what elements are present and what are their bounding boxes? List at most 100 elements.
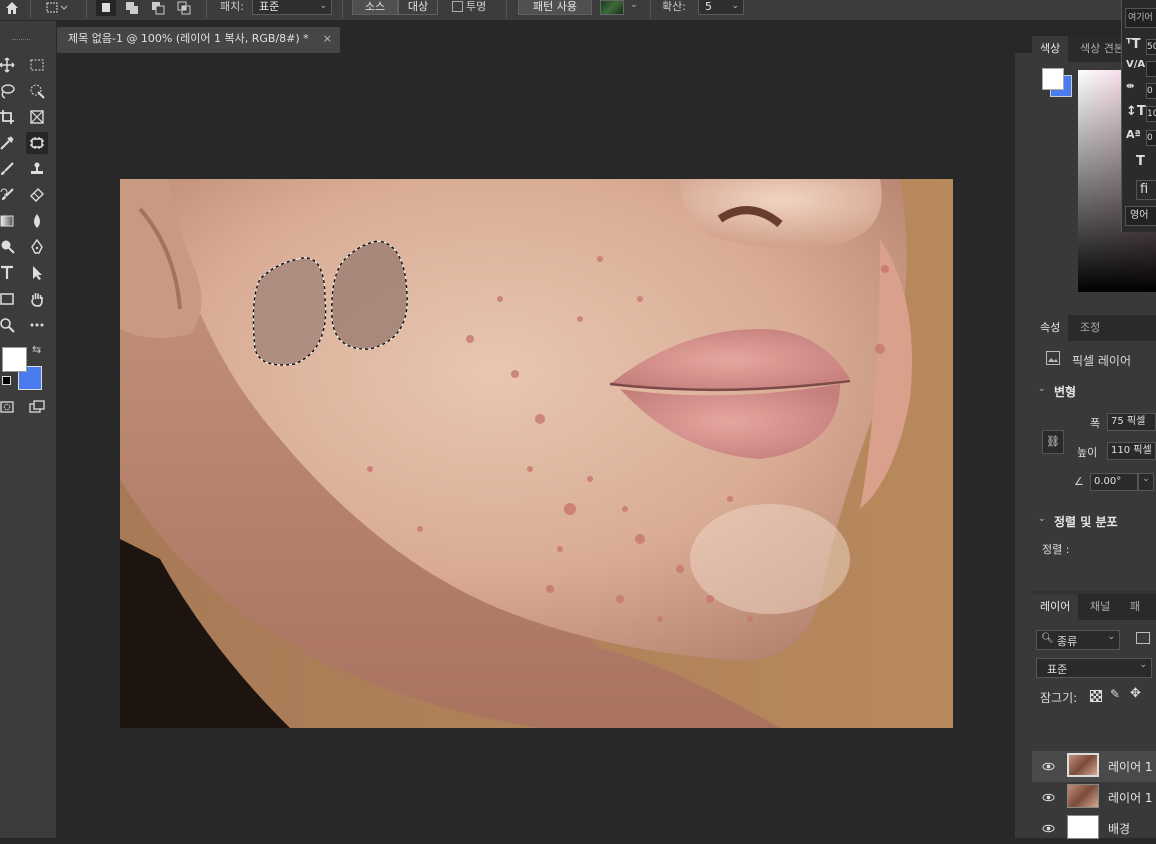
- height-label: 높이: [1077, 446, 1098, 459]
- tracking-icon: ⇹: [1126, 81, 1135, 92]
- lock-position-icon[interactable]: ✥: [1130, 686, 1141, 701]
- brush-tool-icon[interactable]: [0, 158, 18, 180]
- path-selection-tool-icon[interactable]: [26, 262, 48, 284]
- document-image[interactable]: [120, 179, 953, 728]
- zoom-tool-icon[interactable]: [0, 314, 18, 336]
- kerning-icon: V/A: [1126, 59, 1146, 70]
- type-tool-icon[interactable]: [0, 262, 18, 284]
- layer-thumbnail: [1067, 815, 1099, 839]
- patch-mode-select[interactable]: 표준 ⌄: [252, 0, 332, 15]
- marquee-tool-icon[interactable]: [26, 54, 48, 76]
- move-tool-icon[interactable]: [0, 54, 18, 76]
- history-brush-tool-icon[interactable]: [0, 184, 18, 206]
- chevron-down-icon[interactable]: ⌄: [626, 0, 642, 15]
- home-icon[interactable]: [2, 0, 22, 16]
- transparent-checkbox[interactable]: [452, 1, 463, 12]
- chevron-down-icon: ⌄: [1139, 660, 1147, 670]
- patch-tool-preset-icon[interactable]: [42, 0, 72, 16]
- document-tab-bar: 제목 없음-1 @ 100% (레이어 1 복사, RGB/8#) * ×: [57, 21, 1032, 53]
- link-icon[interactable]: ⛓: [1042, 430, 1064, 454]
- add-selection-icon[interactable]: [122, 0, 142, 16]
- kerning-input[interactable]: [1146, 61, 1156, 77]
- new-selection-icon[interactable]: [96, 0, 116, 16]
- properties-panel: 픽셀 레이어 ⌄ 변형 폭 75 픽셀 ⛓ 높이 110 픽셀 ∠ 0.00° …: [1032, 341, 1156, 591]
- source-button[interactable]: 소스: [352, 0, 398, 15]
- lock-label: 잠그기:: [1040, 691, 1078, 705]
- image-filter-icon[interactable]: [1136, 632, 1150, 644]
- destination-button[interactable]: 대상: [398, 0, 438, 15]
- align-section-title: 정렬 및 분포: [1054, 515, 1118, 529]
- quick-selection-tool-icon[interactable]: [26, 80, 48, 102]
- height-input[interactable]: 110 픽셀: [1107, 442, 1156, 460]
- chevron-down-icon[interactable]: ⌄: [1138, 473, 1154, 491]
- frame-tool-icon[interactable]: [26, 106, 48, 128]
- rectangle-tool-icon[interactable]: [0, 288, 18, 310]
- lasso-tool-icon[interactable]: [0, 80, 18, 102]
- layer-filter-select[interactable]: 🔍︎ 종류 ⌄: [1036, 630, 1120, 650]
- transparent-label: 투명: [466, 0, 487, 13]
- face-photo: [120, 179, 953, 728]
- align-label: 정렬 :: [1042, 543, 1070, 556]
- blur-tool-icon[interactable]: [26, 210, 48, 232]
- more-tools-icon[interactable]: [26, 314, 48, 336]
- faux-bold-icon[interactable]: T: [1136, 154, 1145, 169]
- tab-paths[interactable]: 패스: [1122, 594, 1156, 639]
- pattern-swatch[interactable]: [600, 0, 624, 15]
- lock-transparent-icon[interactable]: [1090, 690, 1102, 702]
- intersect-selection-icon[interactable]: [174, 0, 194, 16]
- dodge-tool-icon[interactable]: [0, 236, 18, 258]
- chevron-down-icon[interactable]: ⌄: [1038, 514, 1046, 524]
- width-input[interactable]: 75 픽셀: [1107, 413, 1156, 431]
- leading-input[interactable]: 10: [1146, 106, 1156, 122]
- hand-tool-icon[interactable]: [26, 288, 48, 310]
- font-size-input[interactable]: 50: [1146, 39, 1156, 55]
- chevron-down-icon[interactable]: ⌄: [1038, 384, 1046, 394]
- pen-tool-icon[interactable]: [26, 236, 48, 258]
- document-tab[interactable]: 제목 없음-1 @ 100% (레이어 1 복사, RGB/8#) * ×: [57, 27, 340, 53]
- quick-mask-icon[interactable]: [0, 396, 18, 418]
- angle-input[interactable]: 0.00°: [1090, 473, 1138, 491]
- tab-adjustments[interactable]: 조정: [1072, 315, 1108, 341]
- screen-mode-icon[interactable]: [26, 396, 48, 418]
- layer-type-label: 픽셀 레이어: [1072, 354, 1132, 368]
- tab-layers[interactable]: 레이어: [1032, 594, 1079, 620]
- swap-colors-icon[interactable]: ⇆: [32, 343, 41, 356]
- canvas-area[interactable]: [57, 53, 1015, 838]
- eraser-tool-icon[interactable]: [26, 184, 48, 206]
- subtract-selection-icon[interactable]: [148, 0, 168, 16]
- language-select[interactable]: 영어: [1125, 206, 1156, 226]
- tab-color[interactable]: 색상: [1032, 36, 1069, 62]
- diffusion-select[interactable]: 5 ⌄: [698, 0, 744, 15]
- layer-row[interactable]: 레이어 1: [1032, 782, 1156, 813]
- eye-icon[interactable]: [1042, 760, 1055, 773]
- ligature-icon[interactable]: fi: [1136, 180, 1156, 200]
- vertical-scrollbar[interactable]: [1015, 53, 1032, 838]
- patch-tool-icon[interactable]: [26, 132, 48, 154]
- options-bar: 패치: 표준 ⌄ 소스 대상 투명 패턴 사용 ⌄ 확산: 5 ⌄: [0, 0, 1156, 21]
- eyedropper-tool-icon[interactable]: [0, 132, 18, 154]
- lock-paint-icon[interactable]: ✎: [1110, 687, 1120, 701]
- eye-icon[interactable]: [1042, 791, 1055, 804]
- tab-properties[interactable]: 속성: [1032, 315, 1069, 341]
- crop-tool-icon[interactable]: [0, 106, 18, 128]
- tab-channels[interactable]: 채널: [1082, 594, 1118, 620]
- tracking-input[interactable]: 0: [1146, 83, 1156, 99]
- default-colors-icon[interactable]: [2, 376, 11, 385]
- color-panel-foreground-swatch[interactable]: [1042, 68, 1064, 90]
- close-icon[interactable]: ×: [323, 27, 332, 51]
- use-pattern-button[interactable]: 패턴 사용: [518, 0, 592, 15]
- clone-stamp-tool-icon[interactable]: [26, 158, 48, 180]
- leading-icon: ↕T: [1126, 104, 1146, 119]
- baseline-input[interactable]: 0: [1146, 130, 1156, 146]
- patch-mode-value: 표준: [259, 0, 280, 13]
- layer-thumbnail: [1067, 753, 1099, 777]
- foreground-color-swatch[interactable]: [2, 347, 27, 372]
- layer-row[interactable]: 레이어 1: [1032, 751, 1156, 782]
- blend-mode-select[interactable]: 표준 ⌄: [1036, 658, 1152, 678]
- font-family-input[interactable]: 여기어: [1125, 8, 1156, 28]
- patch-label: 패치:: [220, 0, 244, 13]
- eye-icon[interactable]: [1042, 822, 1055, 835]
- gradient-tool-icon[interactable]: [0, 210, 18, 232]
- layer-thumbnail: [1067, 784, 1099, 808]
- layer-row[interactable]: 배경: [1032, 813, 1156, 844]
